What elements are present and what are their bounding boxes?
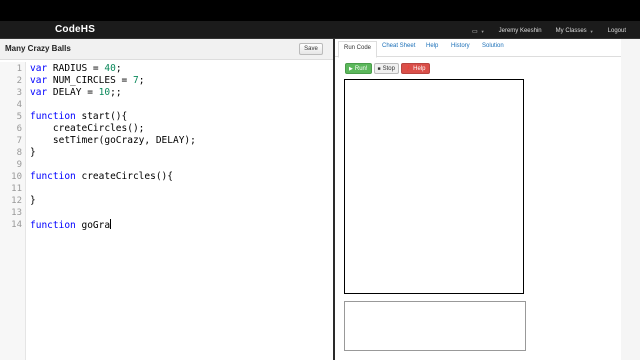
code-line[interactable]: 11 [0,183,325,195]
code-text: var NUM_CIRCLES = 7; [30,75,144,87]
line-number: 14 [11,220,22,230]
nav-menu: ▭ ▼ Jeremy Keeshin My Classes ▼ Logout [472,25,640,37]
code-text: function start(){ [30,111,127,123]
line-number: 11 [11,184,22,194]
code-line[interactable]: 2 var NUM_CIRCLES = 7; [0,75,325,87]
keyword-token: function [30,111,76,122]
chevron-down-icon: ▼ [480,28,485,34]
code-token: } [30,147,36,158]
code-token: goGra [75,220,111,231]
code-line[interactable]: 6 createCircles(); [0,123,325,135]
line-number: 6 [16,124,22,134]
code-text: var DELAY = 10;; [30,87,122,99]
keyword-token: var [30,75,48,86]
code-token: createCircles(); [30,123,145,134]
graphics-canvas[interactable] [344,79,524,294]
help-icon: ❓ [404,65,412,72]
stop-button[interactable]: ■ Stop [373,63,399,74]
line-number: 9 [16,160,22,170]
chevron-down-icon: ▼ [589,28,594,34]
keyword-token: function [30,171,76,182]
code-token: RADIUS = [47,63,105,74]
number-token: 40 [104,63,116,74]
code-token: } [30,195,36,206]
code-line[interactable]: 3 var DELAY = 10;; [0,87,325,99]
code-token: ; [138,75,145,86]
line-number: 4 [16,100,22,110]
code-token: ;; [110,87,122,98]
keyword-token: var [30,87,48,98]
code-token: createCircles(){ [75,171,173,182]
line-number: 10 [11,172,22,182]
code-token: ; [115,63,122,74]
text-cursor [110,219,112,229]
my-classes-menu[interactable]: My Classes ▼ [556,28,594,34]
code-line[interactable]: 7 setTimer(goCrazy, DELAY); [0,135,325,147]
code-text: } [30,195,36,207]
user-name-link[interactable]: Jeremy Keeshin [499,28,542,34]
line-number: 2 [16,76,22,86]
screen: CodeHS ▭ ▼ Jeremy Keeshin My Classes ▼ L… [0,0,640,360]
code-token: start(){ [75,111,128,122]
line-number: 5 [16,112,22,122]
run-controls: ▶ Run! ■ Stop ❓ Help [345,63,432,74]
run-button[interactable]: ▶ Run! [345,63,372,74]
logout-link[interactable]: Logout [608,28,626,34]
program-title-bar: Many Crazy Balls Save [0,39,334,60]
code-text: function createCircles(){ [30,171,173,183]
line-number: 8 [16,148,22,158]
top-nav-bar: CodeHS ▭ ▼ Jeremy Keeshin My Classes ▼ L… [0,21,640,39]
computer-menu[interactable]: ▭ ▼ [472,28,485,35]
code-text: setTimer(goCrazy, DELAY); [30,135,196,147]
code-text: function goGra [30,219,112,232]
code-text: } [30,147,36,159]
code-token: NUM_CIRCLES = [47,75,133,86]
code-text: var RADIUS = 40; [30,63,122,75]
line-number: 13 [11,208,22,218]
line-number: 7 [16,136,22,146]
line-number: 12 [11,196,22,206]
tab-run-code[interactable]: Run Code [338,41,378,58]
code-line[interactable]: 5 function start(){ [0,111,325,123]
output-console [344,301,526,351]
code-line[interactable]: 10 function createCircles(){ [0,171,325,183]
code-line[interactable]: 13 [0,207,325,219]
stop-icon: ■ [377,65,381,72]
tab-solution[interactable]: Solution [482,43,504,49]
code-line[interactable]: 9 [0,159,325,171]
program-title: Many Crazy Balls [5,44,71,53]
keyword-token: var [30,63,48,74]
line-number: 3 [16,88,22,98]
code-line[interactable]: 14 function goGra [0,219,325,231]
right-margin [621,39,640,360]
help-button[interactable]: ❓ Help [400,63,430,74]
output-tabs: Run Code Cheat Sheet Help History Soluti… [335,39,621,58]
code-line[interactable]: 8} [0,147,325,159]
computer-icon: ▭ [471,28,478,35]
save-button[interactable]: Save [299,43,323,55]
tab-help[interactable]: Help [426,43,438,49]
code-editor[interactable]: 1 var RADIUS = 40; 2 var NUM_CIRCLES = 7; 3 v… [0,62,325,360]
codehs-logo[interactable]: CodeHS [55,24,95,35]
code-token: setTimer(goCrazy, DELAY); [30,135,196,146]
code-text: createCircles(); [30,123,145,135]
code-token: DELAY = [47,87,99,98]
editor-pane: Many Crazy Balls Save 1 var RADIUS = 40; 2… [0,39,334,360]
number-token: 10 [98,87,111,98]
keyword-token: function [30,220,76,231]
line-number: 1 [16,64,22,74]
tab-history[interactable]: History [451,43,470,49]
tab-cheat-sheet[interactable]: Cheat Sheet [382,43,415,49]
ide-window: Many Crazy Balls Save 1 var RADIUS = 40; 2… [0,39,640,360]
output-pane: Run Code Cheat Sheet Help History Soluti… [335,39,621,360]
code-line[interactable]: 1 var RADIUS = 40; [0,63,325,75]
code-line[interactable]: 12} [0,195,325,207]
play-icon: ▶ [349,65,353,72]
code-line[interactable]: 4 [0,99,325,111]
